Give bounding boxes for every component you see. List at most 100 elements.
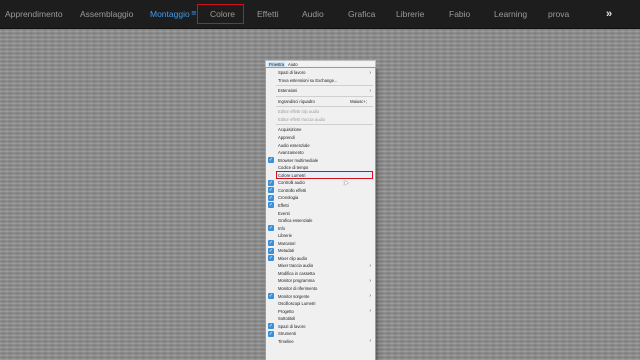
highlight-box-colore	[197, 4, 244, 24]
check-icon: ✓	[268, 255, 274, 262]
workspace-tab-audio[interactable]: Audio	[302, 0, 324, 28]
menu-separator	[276, 124, 373, 126]
menu-item-label: Strumenti	[278, 331, 296, 337]
menu-item-label: Apprendi	[278, 135, 295, 141]
menu-item-label: Cronologia	[278, 195, 299, 201]
workspace-tab-montaggio[interactable]: Montaggio	[150, 0, 190, 28]
check-icon: ✓	[268, 240, 274, 247]
check-icon: ✓	[268, 187, 274, 194]
menu-item-label: Progetto	[278, 308, 294, 314]
menu-item-estensioni[interactable]: Estensioni ›	[266, 87, 375, 95]
menu-item-label: Monitor di riferimento	[278, 286, 318, 292]
menu-item-oscilloscopi-lumetri[interactable]: Oscilloscopi Lumetri	[266, 300, 375, 308]
menu-item-label: Mixer clip audio	[278, 255, 308, 261]
menu-item-grafica-essenziale[interactable]: Grafica essenziale	[266, 217, 375, 225]
menu-item-strumenti[interactable]: ✓ Strumenti	[266, 330, 375, 338]
menu-item-monitor-di-riferimento[interactable]: Monitor di riferimento	[266, 285, 375, 293]
menu-item-label: Sottotitoli	[278, 316, 296, 322]
menu-item-metadati[interactable]: ✓ Metadati	[266, 247, 375, 255]
submenu-arrow-icon: ›	[369, 292, 371, 299]
menu-item-sottotitoli[interactable]: Sottotitoli	[266, 315, 375, 323]
menu-item-timeline[interactable]: Timeline ›	[266, 338, 375, 346]
submenu-arrow-icon: ›	[369, 308, 371, 314]
menu-item-colore-lumetri[interactable]: Colore Lumetri	[266, 172, 375, 180]
check-icon: ✓	[268, 194, 274, 201]
menu-item-monitor-sorgente[interactable]: ✓ Monitor sorgente ›	[266, 292, 375, 300]
menu-item-label: Monitor programma	[278, 278, 315, 284]
menu-item-label: Grafica essenziale	[278, 218, 313, 224]
menu-item-librerie[interactable]: Librerie	[266, 232, 375, 240]
menu-item-label: Controlli audio	[278, 180, 305, 186]
menu-item-trova-estensioni-su-exchange[interactable]: Trova estensioni su Exchange...	[266, 77, 375, 85]
menu-item-label: Codice di tempo	[278, 165, 309, 171]
menu-item-label: Editor effetti traccia audio	[278, 116, 326, 122]
menu-item-editor-effetti-clip-audio: Editor effetti clip audio	[266, 108, 375, 116]
workspace-menu-icon[interactable]: ≡	[191, 10, 197, 17]
menu-item-spazi-di-lavoro[interactable]: ✓ Spazi di lavoro	[266, 323, 375, 331]
menu-item-apprendi[interactable]: Apprendi	[266, 134, 375, 142]
menu-item-label: Eventi	[278, 210, 290, 216]
menu-separator	[276, 106, 373, 108]
check-icon: ✓	[268, 330, 274, 337]
menu-item-label: Estensioni	[278, 88, 298, 94]
menu-item-label: Audio essenziale	[278, 142, 310, 148]
submenu-arrow-icon: ›	[369, 338, 371, 345]
menu-item-label: Acquisizione	[278, 127, 302, 133]
menu-item-ingrandisci-riquadro[interactable]: Ingrandisci riquadro Maiusc+;	[266, 98, 375, 106]
menu-item-label: Ingrandisci riquadro	[278, 98, 315, 104]
workspace-tab-prova[interactable]: prova	[548, 0, 569, 28]
menu-item-controlli-audio[interactable]: ✓ Controlli audio	[266, 179, 375, 187]
menu-item-monitor-programma[interactable]: Monitor programma ›	[266, 277, 375, 285]
menu-item-effetti[interactable]: ✓ Effetti	[266, 202, 375, 210]
menu-item-label: Spazi di lavoro	[278, 323, 306, 329]
menu-item-label: Monitor sorgente	[278, 293, 310, 299]
workspace-tab-learning[interactable]: Learning	[494, 0, 527, 28]
menu-item-mixer-clip-audio[interactable]: ✓ Mixer clip audio	[266, 255, 375, 263]
menu-item-info[interactable]: ✓ Info	[266, 224, 375, 232]
menu-item-label: Controllo effetti	[278, 187, 307, 193]
menu-item-label: Modifica in cassetta	[278, 270, 315, 276]
menu-item-mixer-traccia-audio[interactable]: Mixer traccia audio ›	[266, 262, 375, 270]
workspace-tab-assemblaggio[interactable]: Assemblaggio	[80, 0, 133, 28]
menu-item-eventi[interactable]: Eventi	[266, 209, 375, 217]
mouse-cursor-icon: ➤	[343, 179, 349, 187]
menu-item-label: Avanzamento	[278, 150, 304, 156]
menu-item-spazi-di-lavoro[interactable]: Spazi di lavoro ›	[266, 69, 375, 77]
menu-separator	[276, 95, 373, 97]
menu-item-browser-multimediale[interactable]: ✓ Browser multimediale	[266, 157, 375, 165]
submenu-arrow-icon: ›	[369, 277, 371, 284]
menu-item-label: Colore Lumetri	[278, 172, 306, 178]
check-icon: ✓	[268, 292, 274, 299]
menu-item-audio-essenziale[interactable]: Audio essenziale	[266, 141, 375, 149]
menu-item-label: Metadati	[278, 248, 295, 254]
menu-item-modifica-in-cassetta[interactable]: Modifica in cassetta	[266, 270, 375, 278]
menu-item-label: Timeline	[278, 338, 294, 344]
check-icon: ✓	[268, 323, 274, 330]
workspace-tab-effetti[interactable]: Effetti	[257, 0, 279, 28]
menu-item-progetto[interactable]: Progetto ›	[266, 308, 375, 316]
workspace-tab-librerie[interactable]: Librerie	[396, 0, 424, 28]
submenu-arrow-icon: ›	[369, 69, 371, 76]
submenu-arrow-icon: ›	[369, 87, 371, 94]
menu-item-cronologia[interactable]: ✓ Cronologia	[266, 194, 375, 202]
workspace-overflow-button[interactable]: »	[597, 0, 621, 28]
menu-item-label: Mixer traccia audio	[278, 263, 314, 269]
menu-item-shortcut: Maiusc+;	[350, 98, 367, 104]
window-menu-dropdown: Spazi di lavoro › Trova estensioni su Exch…	[265, 67, 376, 360]
workspace-tab-grafica[interactable]: Grafica	[348, 0, 375, 28]
menu-item-label: Effetti	[278, 202, 289, 208]
check-icon: ✓	[268, 224, 274, 231]
menu-item-avanzamento[interactable]: Avanzamento	[266, 149, 375, 157]
menu-separator	[276, 85, 373, 87]
workspace-tab-apprendimento[interactable]: Apprendimento	[5, 0, 63, 28]
menu-item-acquisizione[interactable]: Acquisizione	[266, 126, 375, 134]
workspace-tab-fabio[interactable]: Fabio	[449, 0, 470, 28]
menu-item-controllo-effetti[interactable]: ✓ Controllo effetti	[266, 187, 375, 195]
menu-item-editor-effetti-traccia-audio: Editor effetti traccia audio	[266, 116, 375, 124]
menu-item-label: Editor effetti clip audio	[278, 109, 320, 115]
check-icon: ✓	[268, 179, 274, 186]
check-icon: ✓	[268, 157, 274, 163]
menu-item-label: Trova estensioni su Exchange...	[278, 77, 338, 83]
menu-item-label: Librerie	[278, 233, 292, 239]
menu-item-marcatori[interactable]: ✓ Marcatori	[266, 240, 375, 248]
